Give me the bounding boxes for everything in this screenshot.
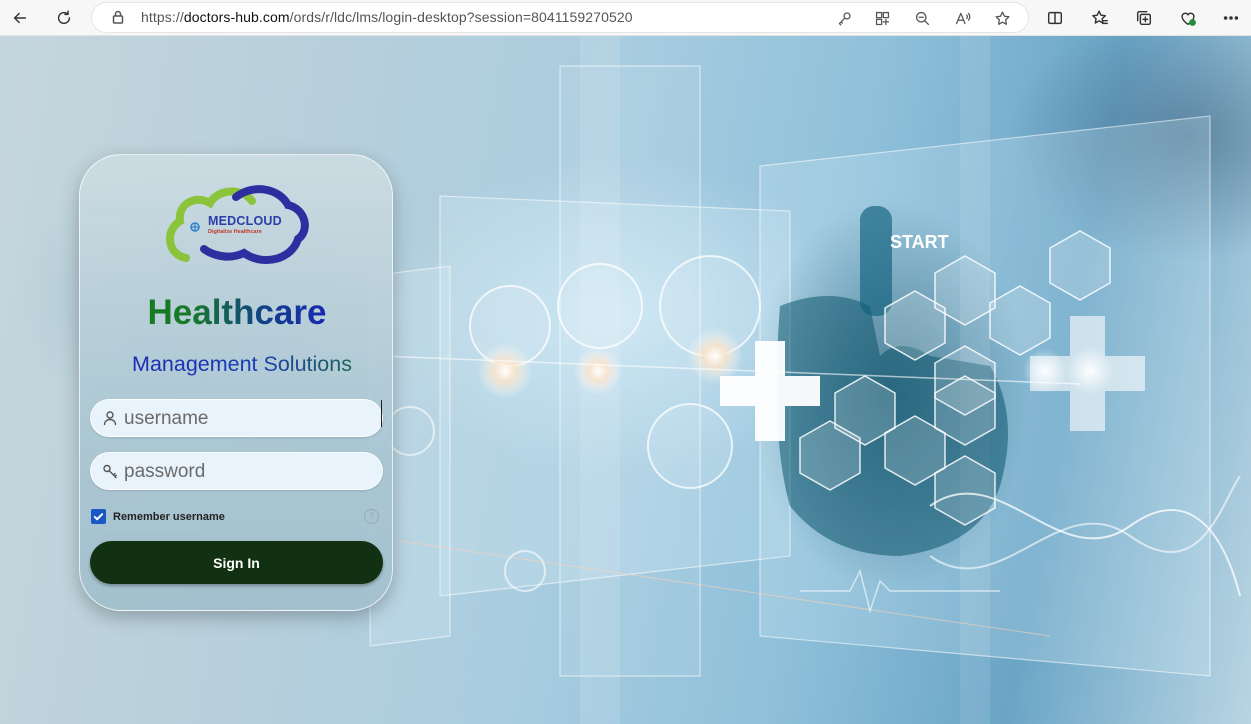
performance-button[interactable] bbox=[1174, 4, 1202, 32]
apps-icon[interactable] bbox=[871, 7, 893, 29]
favorites-icon bbox=[1092, 10, 1108, 25]
url-path: /ords/r/ldc/lms/login-desktop?session=80… bbox=[289, 9, 633, 25]
refresh-button[interactable] bbox=[50, 4, 78, 32]
read-aloud-icon[interactable] bbox=[951, 7, 973, 29]
username-field[interactable] bbox=[90, 399, 383, 437]
svg-text:START: START bbox=[890, 232, 949, 252]
username-input[interactable] bbox=[124, 405, 374, 432]
medcloud-logo: MEDCLOUD Digitalize Healthcare bbox=[164, 183, 310, 269]
checkmark-icon bbox=[93, 513, 104, 521]
split-screen-button[interactable] bbox=[1041, 4, 1069, 32]
page-title: Healthcare bbox=[80, 293, 394, 333]
logo-tagline: Digitalize Healthcare bbox=[208, 229, 262, 235]
text-caret bbox=[381, 400, 382, 427]
browser-toolbar: https://doctors-hub.com/ords/r/ldc/lms/l… bbox=[0, 0, 1251, 36]
more-button[interactable] bbox=[1217, 4, 1245, 32]
lock-icon[interactable] bbox=[110, 9, 126, 25]
key-icon[interactable] bbox=[833, 7, 855, 29]
page-subtitle: Management Solutions bbox=[80, 352, 394, 377]
url-text[interactable]: https://doctors-hub.com/ords/r/ldc/lms/l… bbox=[141, 9, 633, 25]
key-icon bbox=[102, 463, 118, 479]
back-button[interactable] bbox=[6, 4, 34, 32]
sign-in-button[interactable]: Sign In bbox=[90, 541, 383, 584]
zoom-out-icon[interactable] bbox=[911, 7, 933, 29]
url-host: doctors-hub.com bbox=[183, 9, 290, 25]
help-icon[interactable]: ? bbox=[364, 509, 379, 524]
login-page: START MEDCLOUD Digitalize Healthcare Hea… bbox=[0, 36, 1251, 724]
logo-text: MEDCLOUD bbox=[208, 214, 282, 228]
back-arrow-icon bbox=[13, 12, 27, 24]
more-icon bbox=[1223, 16, 1239, 20]
performance-icon bbox=[1181, 12, 1196, 26]
address-bar[interactable]: https://doctors-hub.com/ords/r/ldc/lms/l… bbox=[92, 3, 1028, 32]
remember-username[interactable]: Remember username bbox=[91, 509, 225, 524]
password-field[interactable] bbox=[90, 452, 383, 490]
remember-checkbox[interactable] bbox=[91, 509, 106, 524]
star-icon[interactable] bbox=[991, 7, 1013, 29]
collections-icon bbox=[1136, 10, 1152, 26]
split-screen-icon bbox=[1047, 11, 1063, 25]
favorites-button[interactable] bbox=[1086, 4, 1114, 32]
collections-button[interactable] bbox=[1130, 4, 1158, 32]
refresh-icon bbox=[57, 10, 71, 25]
remember-label[interactable]: Remember username bbox=[113, 511, 225, 523]
password-input[interactable] bbox=[124, 458, 374, 485]
url-scheme: https:// bbox=[141, 9, 184, 25]
user-icon bbox=[102, 410, 118, 426]
login-card: MEDCLOUD Digitalize Healthcare Healthcar… bbox=[79, 154, 393, 611]
